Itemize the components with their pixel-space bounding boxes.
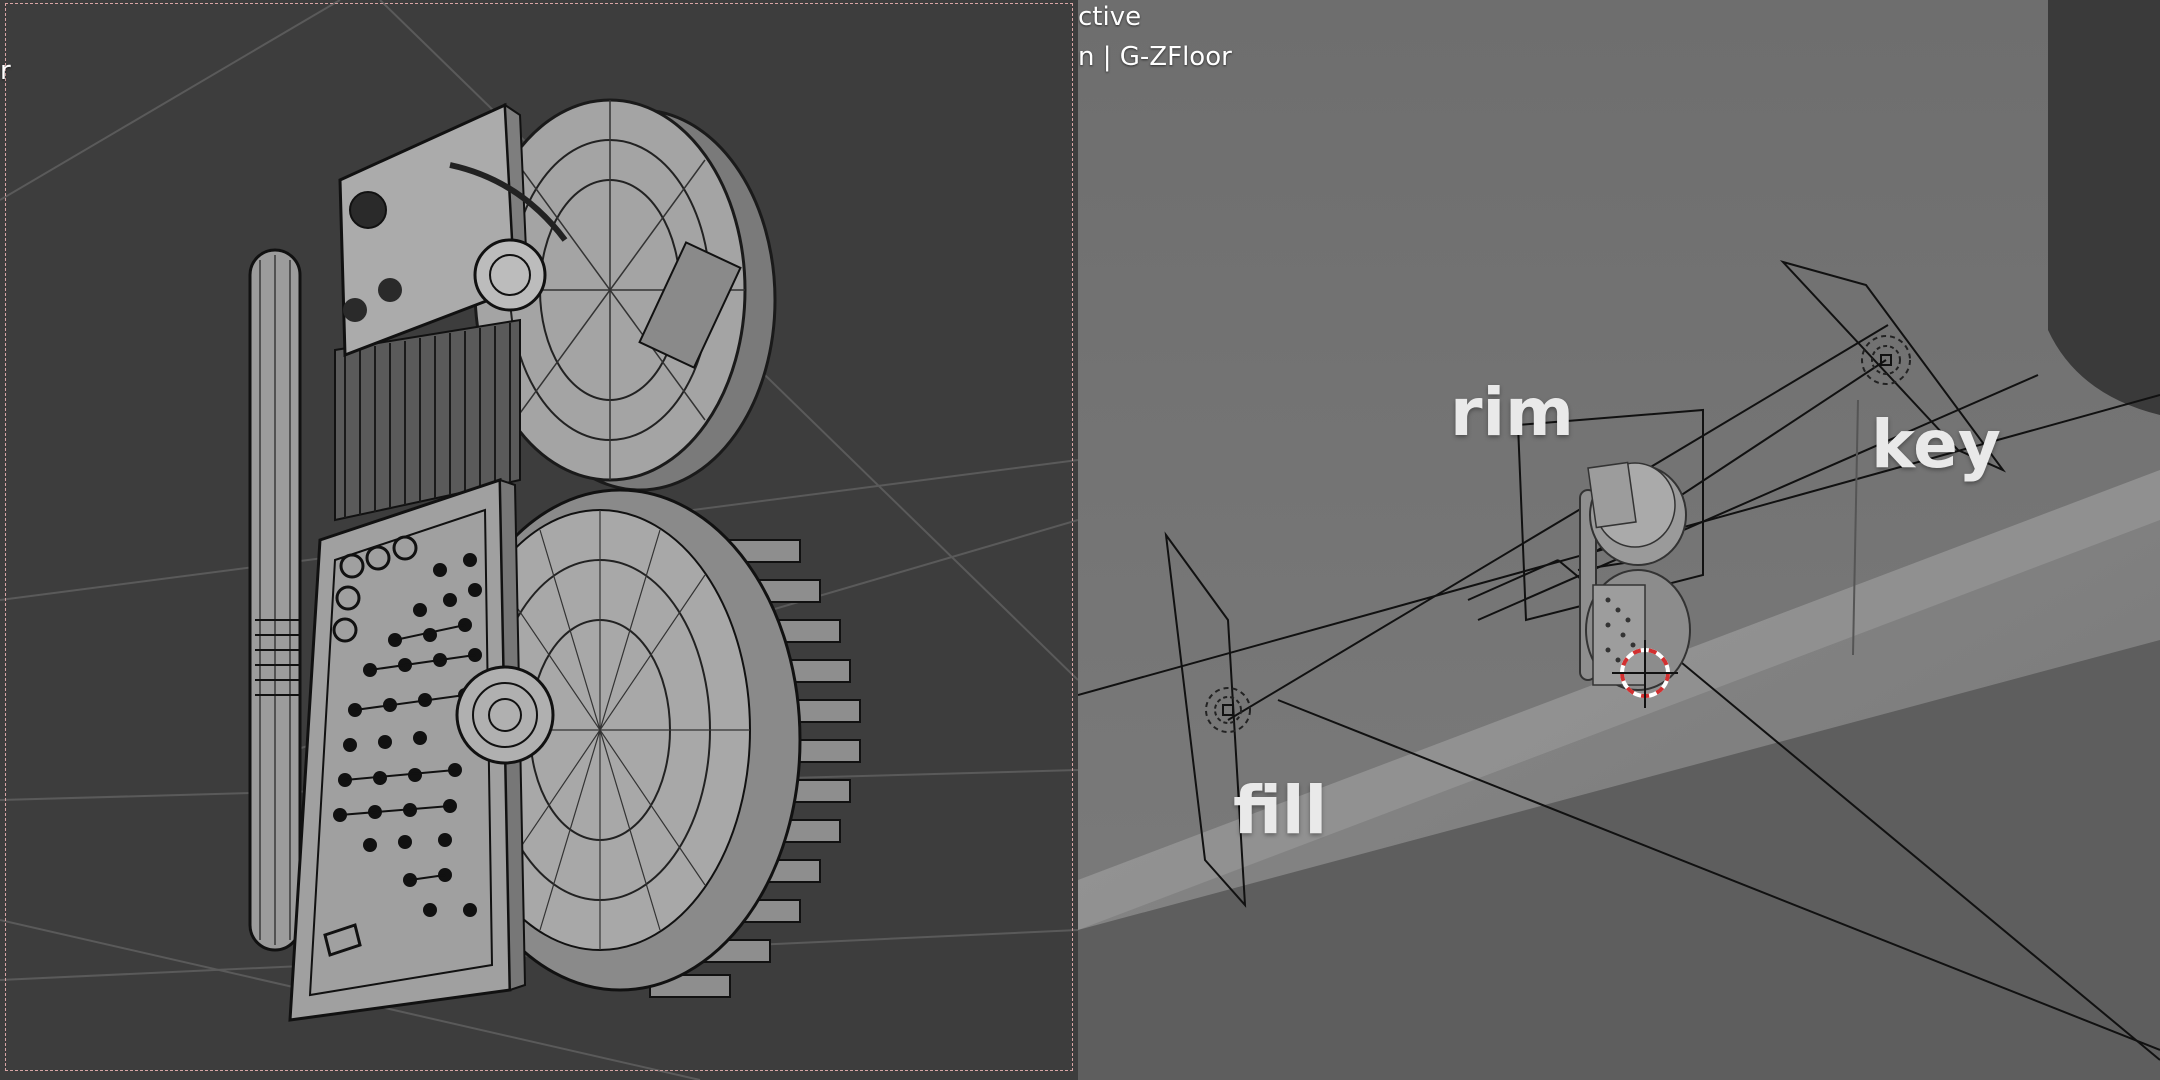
left-viewport-canvas[interactable] <box>0 0 1078 1080</box>
viewport-header-line1: ctive <box>1078 2 1142 32</box>
fill-light-label: fill <box>1233 772 1328 849</box>
rim-light-label: rim <box>1450 374 1574 451</box>
viewport-left[interactable]: r <box>0 0 1078 1080</box>
key-light-label: key <box>1871 406 2001 483</box>
center-hub-mesh[interactable] <box>455 665 555 765</box>
pipe-mesh[interactable] <box>248 248 302 952</box>
viewport-left-overlay-text: r <box>0 56 11 86</box>
viewport-header-line2: n | G-ZFloor <box>1078 42 1232 72</box>
viewport-right[interactable]: ctive n | G-ZFloor rim key fill <box>1078 0 2160 1080</box>
right-viewport-canvas[interactable] <box>1078 0 2160 1080</box>
side-block[interactable] <box>2048 0 2160 415</box>
